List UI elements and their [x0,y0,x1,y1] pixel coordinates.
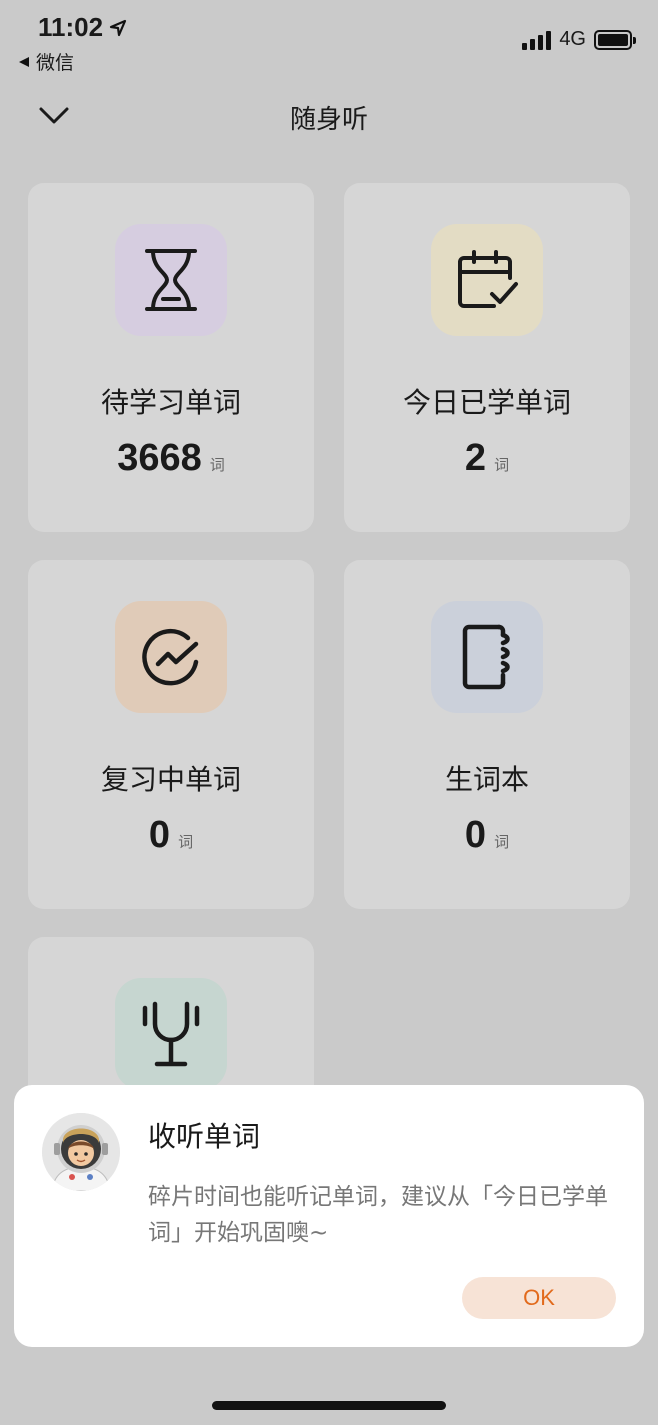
status-indicators: 4G [522,28,636,51]
clock-text: 11:02 [38,12,104,42]
card-label: 待学习单词 [100,386,241,419]
count-unit: 词 [178,833,194,851]
notebook-icon [462,624,510,690]
count-number: 3668 [117,437,202,479]
back-app-label: 微信 [36,52,75,74]
card-label: 生词本 [444,763,529,796]
location-arrow-icon [109,19,127,36]
count-unit: 词 [209,456,225,474]
count-number: 0 [464,814,487,856]
card-label: 今日已学单词 [402,386,571,419]
signal-icon [522,30,552,50]
card-pending-words[interactable]: 待学习单词 3668 词 [28,183,314,532]
count-number: 0 [148,814,171,856]
count-unit: 词 [494,456,510,474]
network-label: 4G [559,28,586,50]
card-count: 3668 词 [28,437,314,480]
trophy-icon [142,1001,200,1067]
dialog-title: 收听单词 [148,1120,261,1153]
card-today-learned[interactable]: 今日已学单词 2词 [344,183,630,532]
home-indicator[interactable] [212,1401,446,1410]
count-unit: 词 [494,833,510,851]
listen-words-dialog: 收听单词 碎片时间也能听记单词，建议从「今日已学单词」开始巩固噢~ OK [14,1085,644,1347]
status-time: 11:02 [38,12,127,43]
card-count: 0词 [28,814,314,857]
page-title: 随身听 [289,105,368,135]
card-icon-box [115,978,227,1090]
astronaut-icon [42,1113,120,1191]
card-count: 0词 [344,814,630,857]
card-vocabulary-book[interactable]: 生词本 0词 [344,560,630,909]
card-label: 复习中单词 [100,763,241,796]
astronaut-avatar [42,1113,120,1191]
card-icon-box [431,224,543,336]
count-number: 2 [464,437,487,479]
battery-icon [594,29,636,50]
ok-button[interactable]: OK [462,1277,616,1319]
card-icon-box [115,601,227,713]
status-back-to-app[interactable]: 微信 [18,48,74,75]
card-icon-box [431,601,543,713]
progress-trend-icon [142,628,199,686]
calendar-check-icon [458,250,518,308]
card-count: 2词 [344,437,630,480]
card-icon-box [115,224,227,336]
dialog-message: 碎片时间也能听记单词，建议从「今日已学单词」开始巩固噢~ [148,1184,608,1246]
hourglass-icon [145,249,197,311]
back-triangle-icon [19,56,29,67]
card-reviewing-words[interactable]: 复习中单词 0词 [28,560,314,909]
